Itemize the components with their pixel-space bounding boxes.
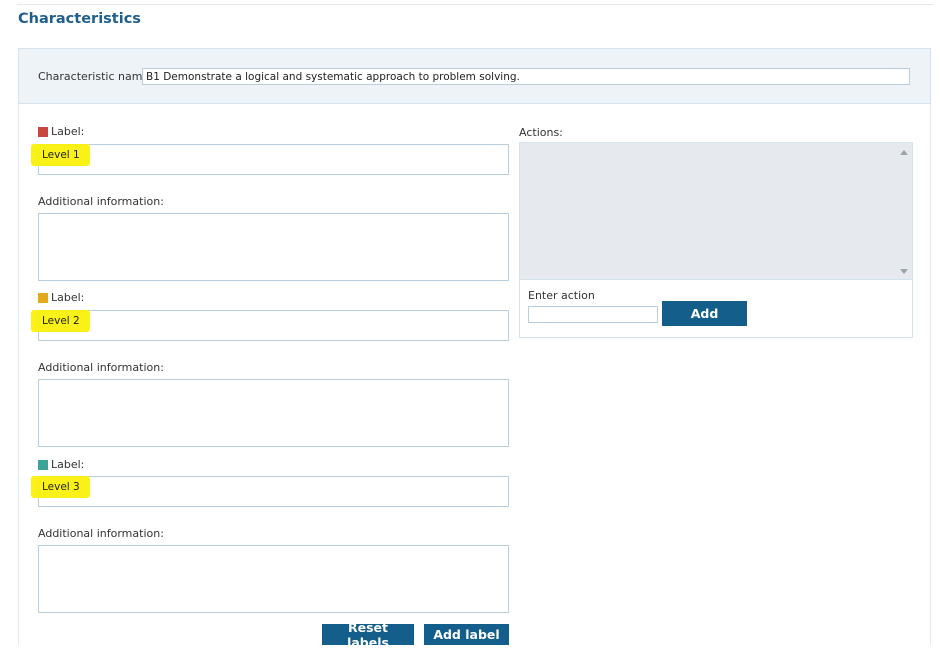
characteristic-panel: Characteristic name: bbox=[18, 48, 931, 104]
label-2-color-swatch[interactable] bbox=[38, 292, 48, 303]
label-3-caption: Label: bbox=[51, 458, 85, 471]
label-2-caption-row: Label: bbox=[38, 291, 84, 304]
label-3-color-swatch[interactable] bbox=[38, 459, 48, 470]
add-label-button[interactable]: Add label bbox=[424, 624, 509, 645]
label-3-input[interactable] bbox=[38, 476, 509, 507]
label-1-color-swatch[interactable] bbox=[38, 126, 48, 137]
label-2-info-caption: Additional information: bbox=[38, 361, 164, 374]
scroll-down-arrow-icon[interactable] bbox=[900, 269, 908, 274]
enter-action-label: Enter action bbox=[528, 289, 595, 302]
label-3-info-caption: Additional information: bbox=[38, 527, 164, 540]
label-2-input[interactable] bbox=[38, 310, 509, 341]
label-2-info-textarea[interactable] bbox=[38, 379, 509, 447]
actions-list[interactable] bbox=[520, 143, 912, 280]
scroll-up-arrow-icon[interactable] bbox=[900, 150, 908, 155]
characteristic-name-label: Characteristic name: bbox=[38, 70, 153, 83]
label-3-caption-row: Label: bbox=[38, 458, 84, 471]
label-2-value: Level 2 bbox=[42, 315, 80, 327]
label-1-info-caption: Additional information: bbox=[38, 195, 164, 208]
actions-box: Enter action Add bbox=[519, 142, 913, 338]
characteristic-name-input[interactable] bbox=[142, 68, 910, 85]
label-1-value: Level 1 bbox=[42, 149, 80, 161]
label-3-value: Level 3 bbox=[42, 481, 80, 493]
label-3-info-textarea[interactable] bbox=[38, 545, 509, 613]
add-action-button[interactable]: Add bbox=[662, 301, 747, 326]
label-2-caption: Label: bbox=[51, 291, 85, 304]
page-title: Characteristics bbox=[18, 11, 141, 27]
top-divider bbox=[17, 4, 933, 5]
label-1-caption-row: Label: bbox=[38, 125, 84, 138]
label-1-caption: Label: bbox=[51, 125, 85, 138]
label-1-info-textarea[interactable] bbox=[38, 213, 509, 281]
enter-action-input[interactable] bbox=[528, 306, 658, 323]
actions-caption: Actions: bbox=[519, 126, 563, 139]
reset-labels-button[interactable]: Reset labels bbox=[322, 620, 414, 650]
label-1-input[interactable] bbox=[38, 144, 509, 175]
